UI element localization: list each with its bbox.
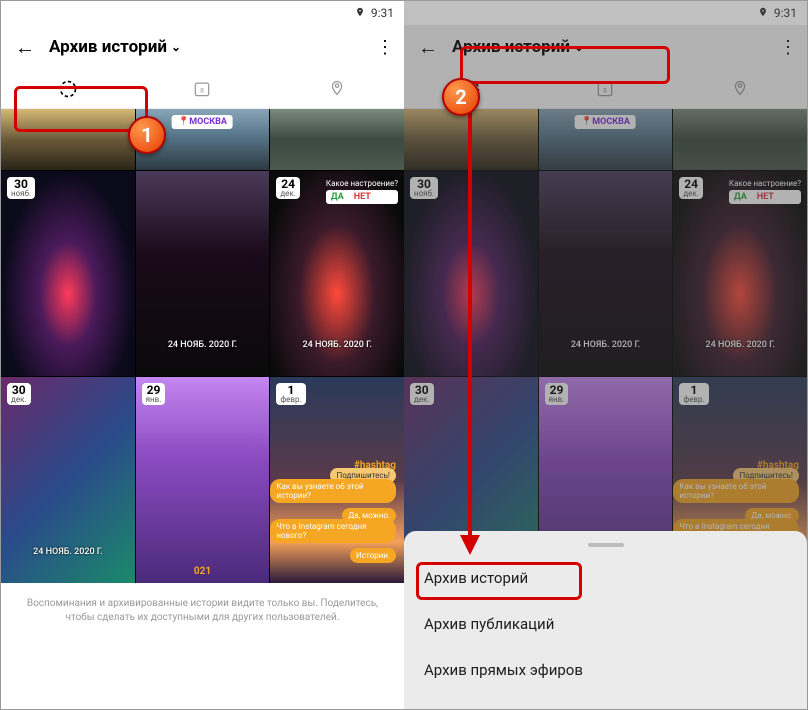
caption: 24 НОЯБ. 2020 Г. <box>539 340 673 350</box>
date-badge: 30нояб. <box>7 177 35 199</box>
caption: 24 НОЯБ. 2020 Г. <box>1 547 135 557</box>
tab-calendar[interactable]: 8 <box>135 69 269 108</box>
story-thumb[interactable]: 30дек. 24 НОЯБ. 2020 Г. <box>1 377 135 583</box>
caption: 24 НОЯБ. 2020 Г. <box>136 340 270 350</box>
story-thumb[interactable] <box>1 109 135 170</box>
story-thumb[interactable] <box>404 109 538 170</box>
sheet-handle[interactable] <box>588 543 624 547</box>
calendar-icon: 8 <box>192 79 212 99</box>
sheet-option-stories[interactable]: Архив историй <box>404 555 807 601</box>
header: ← Архив историй ⌄ ⋮ <box>1 25 404 69</box>
svg-text:8: 8 <box>201 86 205 94</box>
date-badge: 29янв. <box>142 383 166 405</box>
story-thumb[interactable]: 30нояб. <box>1 171 135 377</box>
title-dropdown[interactable]: Архив историй ⌄ <box>49 37 181 57</box>
story-thumb[interactable]: 24 НОЯБ. 2020 Г. <box>539 171 673 377</box>
svg-text:8: 8 <box>604 86 608 94</box>
poll-sticker: Какое настроение?ДАНЕТ <box>729 179 801 204</box>
poll-sticker: Какое настроение?ДАНЕТ <box>326 179 398 204</box>
tutorial-frame: 9:31 ← Архив историй ⌄ ⋮ 8 📍МОСКВА 30нояб… <box>0 0 808 710</box>
sheet-option-posts[interactable]: Архив публикаций <box>404 601 807 647</box>
back-button[interactable]: ← <box>416 35 440 60</box>
date-badge: 30нояб. <box>410 177 438 199</box>
title-dropdown[interactable]: Архив историй ⌄ <box>452 37 584 57</box>
chevron-down-icon: ⌄ <box>574 40 584 54</box>
callout-badge-1: 1 <box>128 116 166 154</box>
tab-calendar[interactable]: 8 <box>538 69 672 108</box>
chat-sticker: Как вы узнаете об этой истории? <box>270 479 396 503</box>
date-badge: 29янв. <box>545 383 569 405</box>
screenshot-left: 9:31 ← Архив историй ⌄ ⋮ 8 📍МОСКВА 30нояб… <box>1 1 404 709</box>
pin-icon <box>327 79 347 99</box>
story-thumb[interactable]: 1февр.#hashtagПодпишитесь!Как вы узнаете… <box>270 377 404 583</box>
tab-map[interactable] <box>673 69 807 108</box>
location-icon <box>758 6 768 20</box>
story-thumb[interactable]: 29янв. 021 <box>136 377 270 583</box>
story-thumb[interactable] <box>673 109 807 170</box>
caption: 24 НОЯБ. 2020 Г. <box>270 340 404 350</box>
location-icon <box>355 6 365 20</box>
date-badge: 1февр. <box>276 383 305 405</box>
story-thumb[interactable]: 24 НОЯБ. 2020 Г. <box>136 171 270 377</box>
more-button[interactable]: ⋮ <box>779 37 795 58</box>
pin-icon <box>730 79 750 99</box>
title-text: Архив историй <box>49 37 167 57</box>
date-badge: 30дек. <box>410 383 434 405</box>
story-thumb[interactable]: 30нояб. <box>404 171 538 377</box>
status-bar: 9:31 <box>1 1 404 25</box>
story-thumb[interactable] <box>270 109 404 170</box>
location-sticker: 📍МОСКВА <box>575 115 636 129</box>
chat-sticker: Как вы узнаете об этой истории? <box>673 479 799 503</box>
date-badge: 30дек. <box>7 383 31 405</box>
chat-sticker: Что в Instagram сегодня нового? <box>270 519 396 543</box>
story-thumb[interactable]: 24дек. 24 НОЯБ. 2020 Г. Какое настроение?Д… <box>673 171 807 377</box>
tab-map[interactable] <box>270 69 404 108</box>
calendar-icon: 8 <box>595 79 615 99</box>
location-sticker: 📍МОСКВА <box>172 115 233 129</box>
date-badge: 1февр. <box>679 383 708 405</box>
stories-ring-icon <box>58 79 78 99</box>
title-text: Архив историй <box>452 37 570 57</box>
story-thumb[interactable]: 📍МОСКВА <box>539 109 673 170</box>
chevron-down-icon: ⌄ <box>171 40 181 54</box>
story-grid: 📍МОСКВА 30нояб. 24 НОЯБ. 2020 Г. 24дек. 24 Н… <box>1 109 404 583</box>
tab-stories[interactable] <box>1 69 135 108</box>
bottom-sheet: Архив историй Архив публикаций Архив пря… <box>404 531 807 709</box>
callout-badge-2: 2 <box>442 78 480 116</box>
tabs: 8 <box>1 69 404 109</box>
date-badge: 24дек. <box>276 177 300 199</box>
story-thumb[interactable]: 24дек. 24 НОЯБ. 2020 Г. Какое настроение?Д… <box>270 171 404 377</box>
status-bar: 9:31 <box>404 1 807 25</box>
footer-note: Воспоминания и архивированные истории ви… <box>1 583 404 639</box>
caption: 24 НОЯБ. 2020 Г. <box>673 340 807 350</box>
status-time: 9:31 <box>774 6 797 20</box>
header: ← Архив историй ⌄ ⋮ <box>404 25 807 69</box>
sheet-option-live[interactable]: Архив прямых эфиров <box>404 647 807 693</box>
back-button[interactable]: ← <box>13 35 37 60</box>
more-button[interactable]: ⋮ <box>376 37 392 58</box>
chat-sticker: Истории. <box>350 548 396 563</box>
status-time: 9:31 <box>371 6 394 20</box>
year-sticker: 021 <box>194 566 211 577</box>
date-badge: 24дек. <box>679 177 703 199</box>
story-grid: 📍МОСКВА 30нояб. 24 НОЯБ. 2020 Г. 24дек. 24 Н… <box>404 109 807 583</box>
